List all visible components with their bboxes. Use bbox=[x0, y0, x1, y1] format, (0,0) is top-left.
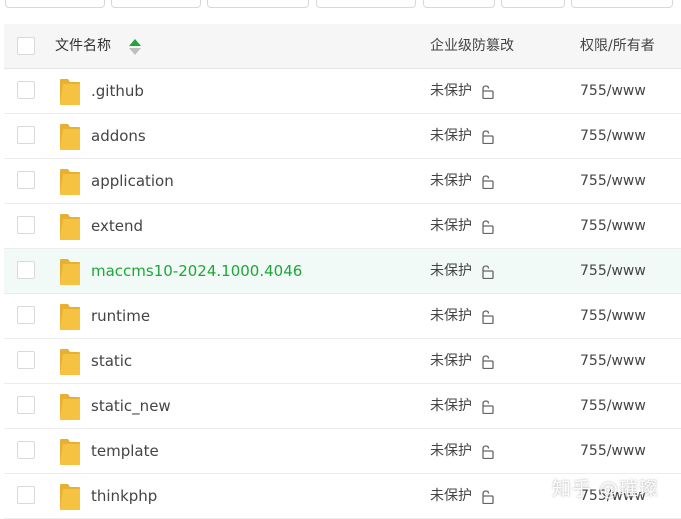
file-name[interactable]: extend bbox=[91, 204, 143, 248]
protection-label: 未保护 bbox=[430, 443, 472, 459]
file-name[interactable]: runtime bbox=[91, 294, 150, 338]
permission-owner[interactable]: 755/www bbox=[580, 384, 646, 428]
sort-icon[interactable] bbox=[128, 38, 142, 56]
toolbar-button-6[interactable] bbox=[501, 0, 565, 8]
row-checkbox[interactable] bbox=[17, 216, 35, 234]
unlock-icon[interactable] bbox=[480, 265, 494, 279]
protection-status: 未保护 bbox=[430, 474, 472, 518]
row-checkbox[interactable] bbox=[17, 351, 35, 369]
permission-owner[interactable]: 755/www bbox=[580, 429, 646, 473]
file-name[interactable]: maccms10-2024.1000.4046 bbox=[91, 249, 302, 293]
row-checkbox[interactable] bbox=[17, 261, 35, 279]
unlock-icon[interactable] bbox=[480, 310, 494, 324]
permission-owner[interactable]: 755/www bbox=[580, 204, 646, 248]
permission-owner[interactable]: 755/www bbox=[580, 294, 646, 338]
permission-owner[interactable]: 755/www bbox=[580, 69, 646, 113]
table-row[interactable]: maccms10-2024.1000.4046 未保护 755/www bbox=[4, 249, 681, 294]
toolbar-button-7[interactable] bbox=[571, 0, 673, 8]
header-permission[interactable]: 权限/所有者 bbox=[580, 24, 655, 68]
unlock-icon[interactable] bbox=[480, 490, 494, 504]
row-checkbox[interactable] bbox=[17, 171, 35, 189]
table-row[interactable]: static_new 未保护 755/www bbox=[4, 384, 681, 429]
toolbar-button-4[interactable] bbox=[316, 0, 416, 8]
protection-label: 未保护 bbox=[430, 488, 472, 504]
unlock-icon[interactable] bbox=[480, 175, 494, 189]
table-row[interactable]: addons 未保护 755/www bbox=[4, 114, 681, 159]
watermark: 知乎 @璀璨 bbox=[552, 478, 660, 500]
folder-icon bbox=[60, 259, 80, 285]
unlock-icon[interactable] bbox=[480, 445, 494, 459]
select-all-checkbox[interactable] bbox=[17, 37, 35, 55]
toolbar-button-3[interactable] bbox=[207, 0, 309, 8]
file-name[interactable]: template bbox=[91, 429, 159, 473]
protection-label: 未保护 bbox=[430, 263, 472, 279]
row-checkbox[interactable] bbox=[17, 486, 35, 504]
protection-status: 未保护 bbox=[430, 114, 472, 158]
table-row[interactable]: extend 未保护 755/www bbox=[4, 204, 681, 249]
row-checkbox[interactable] bbox=[17, 396, 35, 414]
folder-icon bbox=[60, 349, 80, 375]
unlock-icon[interactable] bbox=[480, 400, 494, 414]
protection-label: 未保护 bbox=[430, 398, 472, 414]
protection-status: 未保护 bbox=[430, 294, 472, 338]
toolbar bbox=[0, 0, 681, 9]
protection-label: 未保护 bbox=[430, 128, 472, 144]
header-file-name[interactable]: 文件名称 bbox=[55, 24, 111, 68]
file-name[interactable]: application bbox=[91, 159, 174, 203]
header-protection[interactable]: 企业级防篡改 bbox=[430, 24, 514, 68]
file-name[interactable]: static_new bbox=[91, 384, 171, 428]
protection-status: 未保护 bbox=[430, 339, 472, 383]
table-row[interactable]: runtime 未保护 755/www bbox=[4, 294, 681, 339]
protection-label: 未保护 bbox=[430, 218, 472, 234]
unlock-icon[interactable] bbox=[480, 220, 494, 234]
protection-status: 未保护 bbox=[430, 69, 472, 113]
table-row[interactable]: static 未保护 755/www bbox=[4, 339, 681, 384]
row-checkbox[interactable] bbox=[17, 126, 35, 144]
permission-owner[interactable]: 755/www bbox=[580, 249, 646, 293]
folder-icon bbox=[60, 79, 80, 105]
table-row[interactable]: .github 未保护 755/www bbox=[4, 69, 681, 114]
folder-icon bbox=[60, 394, 80, 420]
protection-status: 未保护 bbox=[430, 249, 472, 293]
unlock-icon[interactable] bbox=[480, 85, 494, 99]
file-name[interactable]: static bbox=[91, 339, 132, 383]
file-table: 文件名称 企业级防篡改 权限/所有者 .github 未保护 755/www addo… bbox=[4, 24, 681, 519]
permission-owner[interactable]: 755/www bbox=[580, 159, 646, 203]
unlock-icon[interactable] bbox=[480, 355, 494, 369]
table-header: 文件名称 企业级防篡改 权限/所有者 bbox=[4, 24, 681, 69]
file-name[interactable]: .github bbox=[91, 69, 144, 113]
protection-label: 未保护 bbox=[430, 308, 472, 324]
protection-label: 未保护 bbox=[430, 83, 472, 99]
row-checkbox[interactable] bbox=[17, 306, 35, 324]
protection-label: 未保护 bbox=[430, 173, 472, 189]
toolbar-button-1[interactable] bbox=[5, 0, 105, 8]
folder-icon bbox=[60, 124, 80, 150]
folder-icon bbox=[60, 169, 80, 195]
folder-icon bbox=[60, 439, 80, 465]
protection-status: 未保护 bbox=[430, 429, 472, 473]
protection-status: 未保护 bbox=[430, 204, 472, 248]
folder-icon bbox=[60, 304, 80, 330]
toolbar-button-5[interactable] bbox=[423, 0, 495, 8]
unlock-icon[interactable] bbox=[480, 130, 494, 144]
permission-owner[interactable]: 755/www bbox=[580, 114, 646, 158]
table-row[interactable]: template 未保护 755/www bbox=[4, 429, 681, 474]
protection-status: 未保护 bbox=[430, 159, 472, 203]
folder-icon bbox=[60, 484, 80, 510]
row-checkbox[interactable] bbox=[17, 81, 35, 99]
toolbar-button-2[interactable] bbox=[111, 0, 201, 8]
file-name[interactable]: addons bbox=[91, 114, 146, 158]
permission-owner[interactable]: 755/www bbox=[580, 339, 646, 383]
row-checkbox[interactable] bbox=[17, 441, 35, 459]
folder-icon bbox=[60, 214, 80, 240]
protection-label: 未保护 bbox=[430, 353, 472, 369]
file-name[interactable]: thinkphp bbox=[91, 474, 157, 518]
table-row[interactable]: application 未保护 755/www bbox=[4, 159, 681, 204]
protection-status: 未保护 bbox=[430, 384, 472, 428]
